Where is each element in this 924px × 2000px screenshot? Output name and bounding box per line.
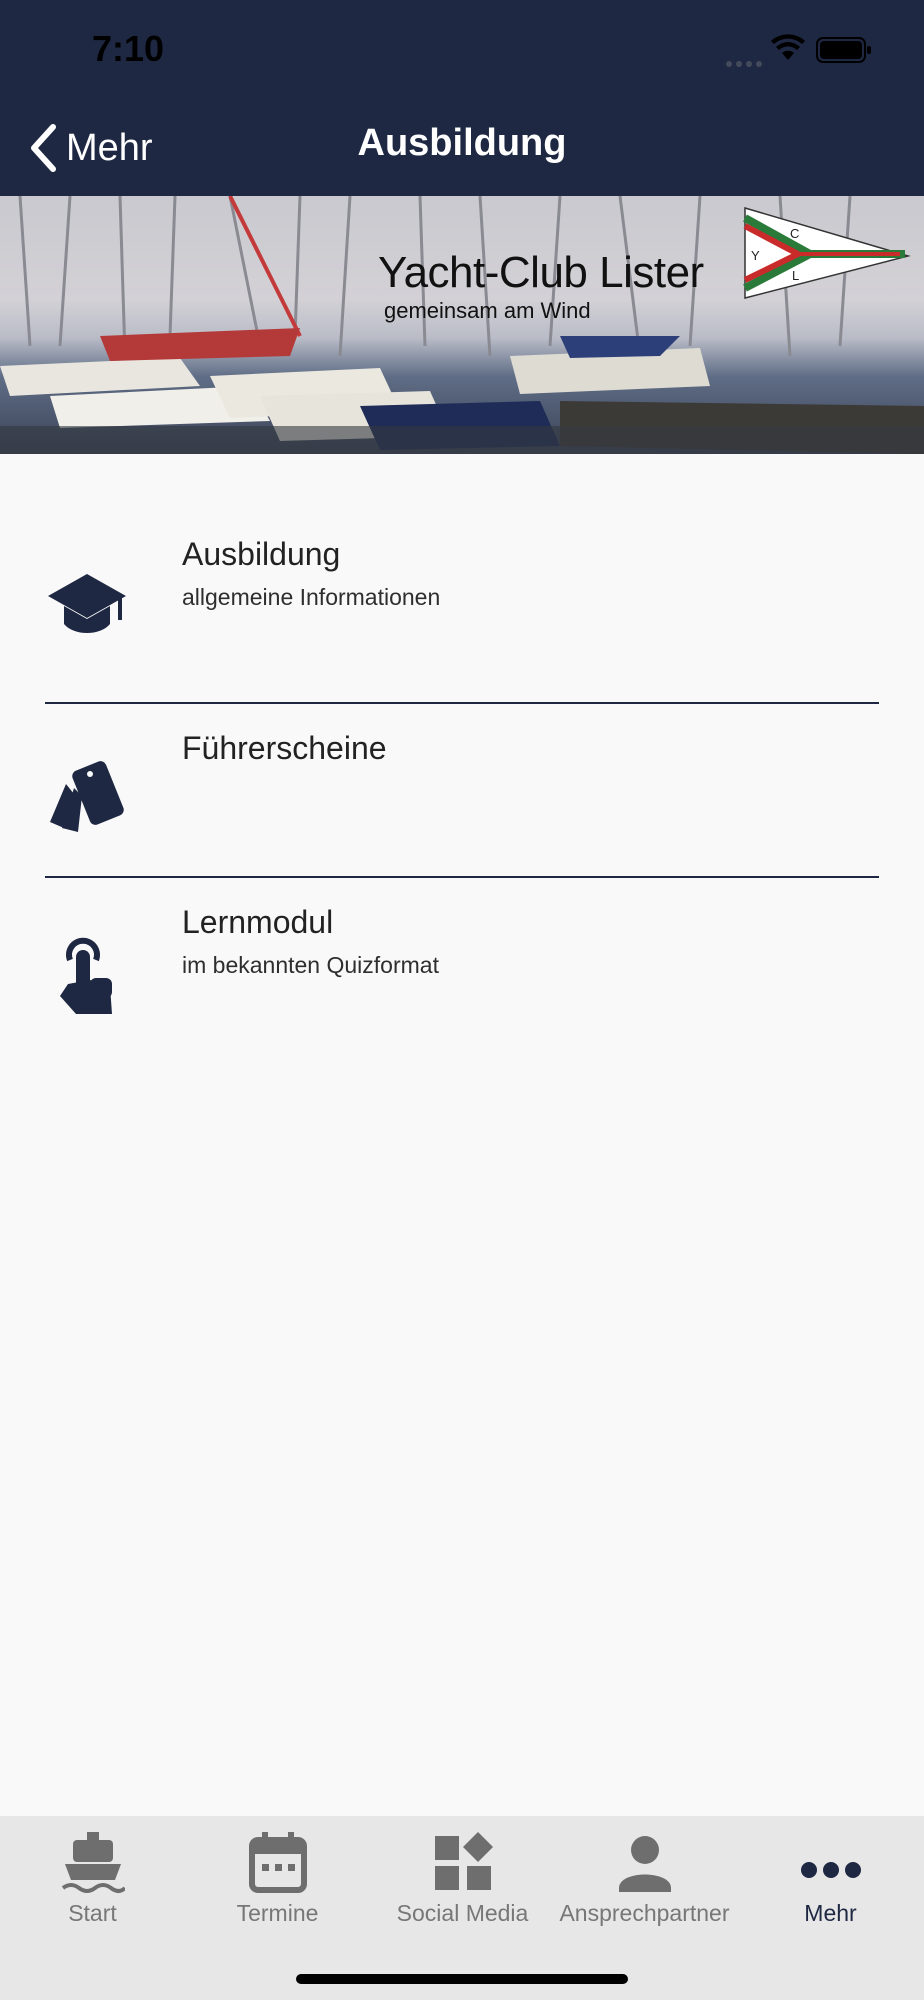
list-item-ausbildung[interactable]: Ausbildung allgemeine Informationen: [0, 534, 924, 674]
ship-icon: [61, 1832, 125, 1893]
club-banner: Yacht-Club Lister gemeinsam am Wind C Y …: [0, 196, 924, 454]
status-time: 7:10: [92, 28, 165, 69]
wifi-icon: [771, 34, 805, 60]
pointer-hand-icon: [60, 937, 112, 1014]
divider: [45, 702, 879, 704]
club-name: Yacht-Club Lister: [378, 248, 704, 297]
list-item-fuehrerscheine[interactable]: Führerscheine: [0, 724, 924, 874]
battery-icon: [816, 37, 871, 63]
navigation-header: 7:10 Mehr Ausbildung: [0, 0, 924, 196]
cellular-signal-icon: [726, 54, 766, 72]
club-pennant-logo: [743, 206, 911, 299]
widgets-icon: [434, 1832, 493, 1890]
tab-social-media[interactable]: Social Media: [370, 1816, 555, 1936]
list-item-title: Ausbildung: [182, 536, 341, 572]
tab-label: Termine: [236, 1900, 319, 1926]
list-item-lernmodul[interactable]: Lernmodul im bekannten Quizformat: [0, 904, 924, 1054]
page-title: Ausbildung: [357, 122, 567, 164]
harbor-photo: [0, 196, 924, 454]
calendar-icon: [248, 1832, 307, 1893]
graduation-cap-icon: [48, 574, 126, 633]
tab-mehr[interactable]: Mehr: [738, 1816, 923, 1936]
tab-termine[interactable]: Termine: [185, 1816, 370, 1936]
list-item-title: Lernmodul: [182, 904, 334, 940]
tab-bar: Start Termine Social Media Ansprechpartn…: [0, 1816, 924, 2000]
list-item-subtitle: allgemeine Informationen: [182, 584, 441, 610]
person-icon: [618, 1836, 671, 1892]
more-dots-icon: [800, 1862, 861, 1878]
license-cards-icon: [50, 761, 124, 832]
home-indicator: [296, 1974, 628, 1984]
list-item-subtitle: im bekannten Quizformat: [182, 952, 439, 978]
tab-label: Social Media: [396, 1900, 529, 1926]
pennant-letter-y: Y: [751, 248, 760, 263]
tab-start[interactable]: Start: [0, 1816, 185, 1936]
tab-label: Mehr: [804, 1900, 857, 1926]
tab-ansprechpartner[interactable]: Ansprechpartner: [552, 1816, 737, 1936]
divider: [45, 876, 879, 878]
pennant-letter-c: C: [790, 226, 800, 241]
pennant-letter-l: L: [792, 268, 800, 283]
tab-label: Ansprechpartner: [559, 1900, 730, 1926]
club-slogan: gemeinsam am Wind: [384, 298, 591, 323]
list-item-title: Führerscheine: [182, 730, 387, 766]
tab-label: Start: [68, 1900, 117, 1926]
